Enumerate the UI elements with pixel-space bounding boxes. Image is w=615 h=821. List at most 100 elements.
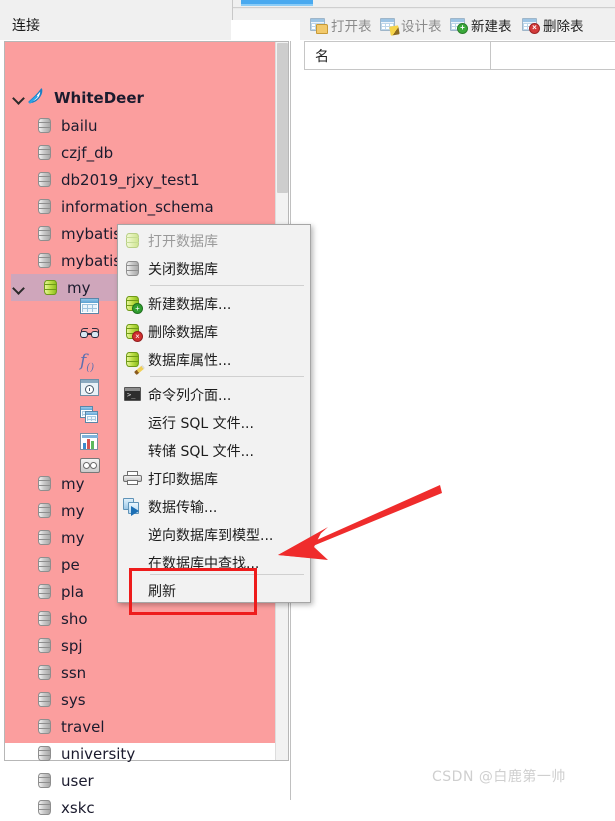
connections-pane-header: 连接 <box>0 8 231 40</box>
tree-node-database-label: university <box>61 744 136 763</box>
database-icon <box>35 474 54 493</box>
context-menu-item[interactable]: 转储 SQL 文件... <box>118 437 310 465</box>
tree-node-queries[interactable] <box>80 406 102 426</box>
database-icon <box>35 501 54 520</box>
design-table-icon <box>380 17 400 36</box>
tree-node-database[interactable]: university <box>35 740 135 767</box>
column-header-blank[interactable] <box>491 42 615 69</box>
database-icon <box>35 197 54 216</box>
context-menu-item[interactable]: × 删除数据库 <box>118 318 310 346</box>
tree-node-database[interactable]: ssn <box>35 659 86 686</box>
tree-node-database[interactable]: spj <box>35 632 83 659</box>
db-close-icon <box>118 255 148 283</box>
tree-node-database[interactable]: mybatis <box>35 220 121 247</box>
menu-icon-placeholder <box>118 409 148 437</box>
tree-node-database-label: travel <box>61 717 105 736</box>
tables-icon <box>80 298 100 316</box>
tree-node-events[interactable] <box>80 379 102 399</box>
database-icon <box>35 609 54 628</box>
context-menu-item-label: 数据传输... <box>148 500 218 516</box>
delete-table-icon: × <box>522 17 540 34</box>
context-menu-item[interactable]: 命令列介面... <box>118 381 310 409</box>
tree-node-backups[interactable] <box>80 457 102 477</box>
context-menu-separator <box>150 285 304 286</box>
context-menu-separator <box>150 376 304 377</box>
context-menu-item[interactable]: 打印数据库 <box>118 465 310 493</box>
tree-node-views[interactable] <box>80 325 102 345</box>
context-menu-item-label: 删除数据库 <box>148 325 218 341</box>
mysql-dolphin-icon <box>26 87 47 108</box>
tree-node-database[interactable]: pla <box>35 578 84 605</box>
reports-icon <box>80 433 100 451</box>
tree-node-database-label: bailu <box>61 116 98 135</box>
database-icon <box>35 251 54 270</box>
database-icon <box>35 771 54 790</box>
tree-node-database-label: user <box>61 771 94 790</box>
tree-node-database[interactable]: bailu <box>35 112 98 139</box>
tree-node-database[interactable]: information_schema <box>35 193 214 220</box>
database-icon <box>35 116 54 135</box>
toolbar-label-new-table: 新建表 <box>471 19 512 35</box>
table-toolbar: 打开表 设计表 + 新建表 × 删除表 <box>300 9 615 40</box>
context-menu-item[interactable]: 数据传输... <box>118 493 310 521</box>
tree-node-database-label: sys <box>61 690 86 709</box>
tree-node-database[interactable]: xskc <box>35 794 95 821</box>
tree-node-reports[interactable] <box>80 433 102 453</box>
database-icon <box>35 798 54 817</box>
tree-node-database[interactable]: my <box>35 497 85 524</box>
toolbar-button-open-table[interactable]: 打开表 <box>310 14 372 36</box>
tree-node-database[interactable]: user <box>35 767 94 794</box>
toolbar-button-design-table[interactable]: 设计表 <box>380 14 442 36</box>
tree-node-functions[interactable]: f() <box>80 351 102 373</box>
tree-node-database-label: ssn <box>61 663 87 682</box>
tree-node-database-label: sho <box>61 609 88 628</box>
tree-node-database[interactable]: travel <box>35 713 105 740</box>
tree-node-database-label: my <box>61 474 85 493</box>
tree-node-database[interactable]: sho <box>35 605 88 632</box>
tree-node-database[interactable]: my <box>35 470 85 497</box>
column-header-name-label: 名 <box>315 48 329 65</box>
context-menu-item-label: 数据库属性... <box>148 353 232 369</box>
object-grid-header: 名 <box>304 41 615 70</box>
tree-node-database[interactable]: sys <box>35 686 86 713</box>
queries-icon <box>80 406 100 424</box>
backups-icon <box>80 457 100 475</box>
db-properties-icon <box>118 346 148 376</box>
tree-scrollbar-thumb[interactable] <box>277 43 288 193</box>
toolbar-label-delete-table: 删除表 <box>543 19 584 35</box>
menu-icon-placeholder <box>118 521 148 549</box>
tree-node-database-label: my <box>61 501 85 520</box>
chevron-down-icon[interactable] <box>11 84 26 111</box>
toolbar-button-new-table[interactable]: + 新建表 <box>450 14 512 36</box>
tree-node-database[interactable]: db2019_rjxy_test1 <box>35 166 200 193</box>
context-menu-item[interactable]: 逆向数据库到模型... <box>118 521 310 549</box>
connections-title: 连接 <box>12 18 40 34</box>
new-table-icon: + <box>450 17 468 34</box>
tree-node-database[interactable]: czjf_db <box>35 139 113 166</box>
column-header-name[interactable]: 名 <box>305 42 491 69</box>
context-menu-item-label: 打开数据库 <box>148 234 218 250</box>
tree-node-database[interactable]: my <box>35 524 85 551</box>
chevron-down-icon[interactable] <box>11 274 26 301</box>
toolbar-button-delete-table[interactable]: × 删除表 <box>522 14 584 36</box>
open-table-icon <box>310 17 328 34</box>
tree-node-database[interactable]: pe <box>35 551 80 578</box>
tree-node-tables[interactable] <box>80 298 102 318</box>
context-menu-item[interactable]: 运行 SQL 文件... <box>118 409 310 437</box>
context-menu-item-label: 逆向数据库到模型... <box>148 528 274 544</box>
tree-node-database-label: czjf_db <box>61 143 114 162</box>
context-menu-item[interactable]: 数据库属性... <box>118 346 310 376</box>
tree-node-root[interactable]: WhiteDeer <box>11 84 144 111</box>
context-menu-item-label: 转储 SQL 文件... <box>148 444 254 460</box>
database-icon <box>35 528 54 547</box>
database-icon <box>35 224 54 243</box>
context-menu-item[interactable]: + 新建数据库... <box>118 290 310 318</box>
tree-node-database-label: db2019_rjxy_test1 <box>61 170 200 189</box>
database-icon <box>35 744 54 763</box>
context-menu-item[interactable]: 关闭数据库 <box>118 255 310 283</box>
database-icon <box>35 636 54 655</box>
context-menu-item: 打开数据库 <box>118 227 310 255</box>
tree-node-database-label: xskc <box>61 798 95 817</box>
tree-node-database-label: information_schema <box>61 197 214 216</box>
pane-divider <box>232 0 233 20</box>
